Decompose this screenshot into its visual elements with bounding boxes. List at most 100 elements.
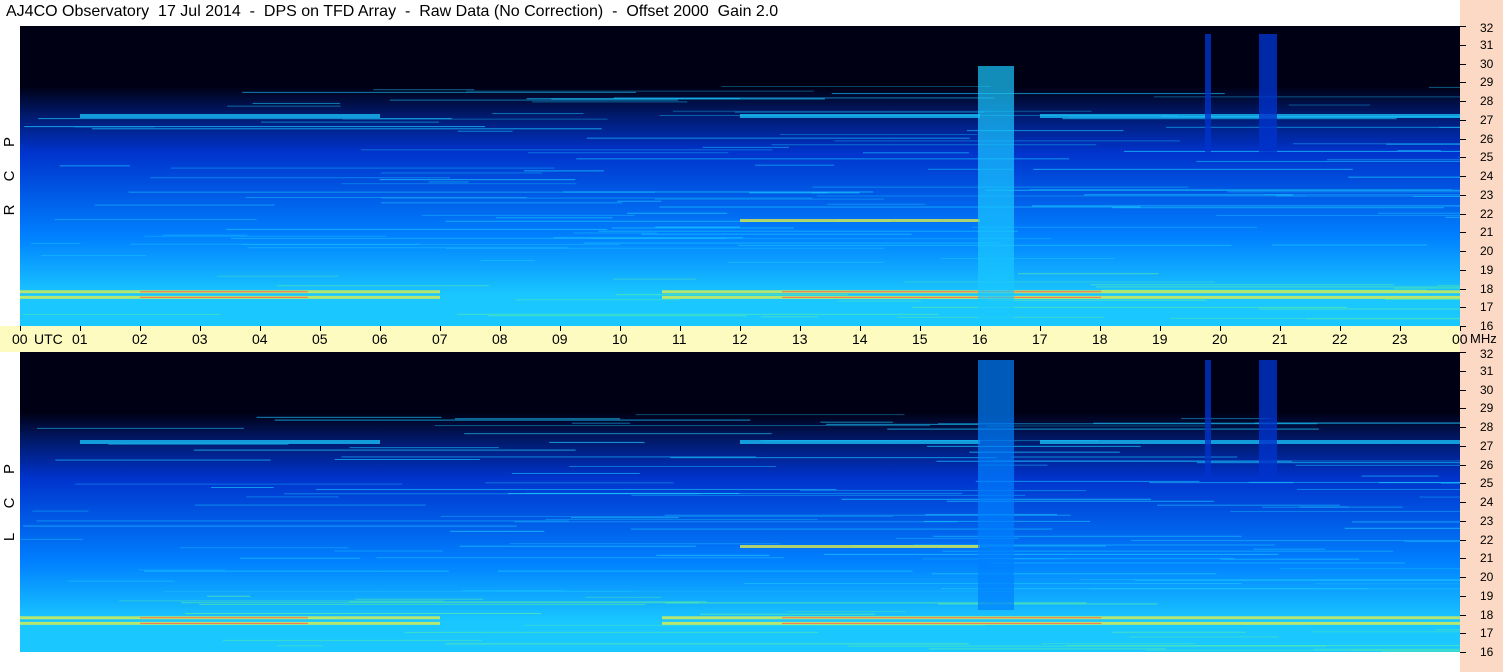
interference-line [904, 281, 1215, 283]
mhz-tick-label: 22 [1480, 532, 1494, 547]
interference-line [1361, 475, 1439, 477]
utc-tick-label: 21 [1272, 331, 1288, 347]
interference-line [1435, 629, 1460, 631]
interference-line [497, 570, 913, 572]
interference-line [787, 610, 906, 612]
interference-line [816, 195, 1307, 197]
interference-line [446, 247, 885, 249]
emission-band [740, 545, 980, 548]
interference-line [1032, 205, 1460, 207]
interference-line [428, 181, 469, 183]
emission-band [1040, 440, 1460, 444]
mhz-tick-mark [1460, 119, 1466, 121]
interference-line [389, 99, 679, 101]
interference-line [256, 416, 442, 418]
interference-line [163, 234, 248, 236]
interference-line [466, 90, 814, 92]
interference-line [32, 510, 89, 512]
interference-line [527, 152, 729, 154]
utc-tick-mark [800, 326, 801, 331]
interference-line [989, 562, 1406, 564]
interference-line [36, 520, 569, 522]
mhz-tick-label: 18 [1480, 607, 1494, 622]
interference-line [1149, 482, 1294, 484]
mhz-tick-label: 29 [1480, 75, 1494, 90]
interference-line [1348, 176, 1460, 178]
emission-band [80, 440, 380, 444]
interference-line [381, 197, 813, 199]
broadband-burst [978, 360, 1014, 610]
rcp-letter-p: P [1, 137, 18, 148]
interference-line [985, 189, 1460, 191]
lcp-letter-c: C [1, 497, 18, 509]
mhz-tick-mark [1460, 288, 1466, 290]
mhz-tick-label: 20 [1480, 570, 1494, 584]
emission-band [80, 114, 380, 118]
emission-band-core [140, 617, 308, 619]
interference-line [37, 427, 244, 429]
mhz-tick-label: 24 [1480, 169, 1494, 183]
spectrogram-svg-lcp [20, 352, 1460, 652]
utc-tick-mark [1340, 326, 1341, 331]
mhz-tick-mark [1460, 63, 1466, 65]
emission-band-core [782, 622, 1102, 624]
interference-line [222, 639, 482, 641]
mhz-tick-label: 28 [1480, 420, 1494, 434]
interference-line [1017, 273, 1159, 275]
interference-line [184, 613, 541, 615]
interference-line [492, 113, 584, 115]
emission-band-core [782, 617, 1102, 619]
interference-line [1314, 583, 1460, 585]
interference-line [1220, 558, 1360, 560]
utc-tick-label: 04 [252, 331, 268, 347]
interference-line [1145, 649, 1460, 651]
interference-line [635, 414, 905, 416]
interference-line [824, 553, 1279, 555]
interference-line [207, 595, 251, 597]
interference-line [1352, 521, 1460, 523]
spectrogram-background [20, 26, 1460, 326]
mhz-tick-label: 25 [1480, 150, 1494, 165]
mhz-tick-mark [1460, 176, 1466, 177]
interference-line [180, 602, 699, 604]
interference-line [598, 230, 1018, 232]
emission-band-core [140, 296, 308, 298]
interference-line [38, 118, 452, 120]
spectrogram-background [20, 352, 1460, 652]
mhz-tick-label: 32 [1480, 347, 1494, 361]
interference-line [509, 543, 780, 545]
mhz-tick-mark [1460, 614, 1466, 616]
interference-line [495, 217, 613, 219]
mhz-tick-label: 32 [1480, 21, 1494, 35]
utc-tick-label: 11 [672, 331, 687, 347]
interference-line [978, 558, 1235, 560]
mhz-tick-mark [1460, 352, 1466, 353]
interference-line [59, 165, 130, 167]
interference-line [940, 258, 1115, 260]
utc-tick-mark [80, 326, 81, 331]
interference-line [284, 493, 700, 495]
mhz-tick-label: 25 [1480, 476, 1494, 491]
mhz-tick-mark [1460, 520, 1466, 522]
interference-line [511, 472, 640, 474]
interference-line [779, 134, 978, 136]
interference-line [699, 613, 876, 615]
utc-tick-label: 10 [612, 331, 628, 347]
interference-line [404, 631, 819, 633]
utc-tick-label: 14 [852, 331, 868, 347]
mhz-tick-mark [1460, 483, 1466, 485]
narrow-burst [1259, 34, 1277, 154]
interference-line [24, 126, 486, 128]
rcp-spectrogram [20, 26, 1460, 326]
interference-line [54, 219, 257, 221]
utc-tick-mark [980, 326, 981, 331]
interference-line [1029, 188, 1453, 190]
narrow-burst [1259, 360, 1277, 480]
lcp-letter-l: L [1, 532, 18, 542]
interference-line [887, 428, 1319, 430]
emission-band [740, 440, 980, 444]
mhz-tick-mark [1460, 101, 1466, 102]
interference-line [721, 86, 991, 88]
mhz-tick-label: 23 [1480, 187, 1494, 202]
utc-tick-mark [680, 326, 681, 331]
